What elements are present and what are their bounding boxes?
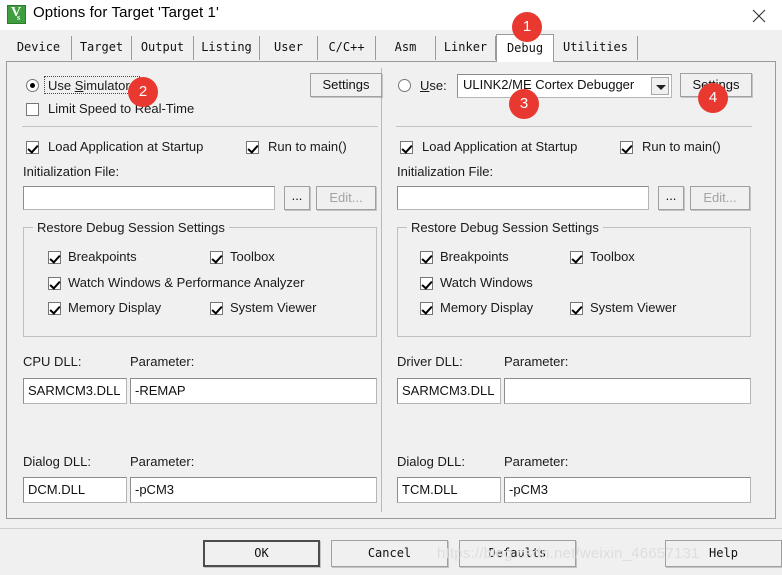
tab-linker[interactable]: Linker xyxy=(436,36,496,60)
left-dialog-param-label: Parameter: xyxy=(130,454,195,469)
annotation-badge-2: 2 xyxy=(128,77,158,107)
left-browse-button[interactable]: ... xyxy=(284,186,310,210)
right-memory-display-checkbox[interactable] xyxy=(420,302,433,315)
annotation-badge-4: 4 xyxy=(698,83,728,113)
left-dialog-dll-input[interactable]: DCM.DLL xyxy=(23,477,127,503)
left-memory-display-checkbox[interactable] xyxy=(48,302,61,315)
use-simulator-label-post: imulator xyxy=(83,78,130,93)
right-system-viewer-label: System Viewer xyxy=(590,300,677,315)
tab-device[interactable]: Device xyxy=(6,36,72,60)
driver-param-input[interactable] xyxy=(504,378,751,404)
cancel-button[interactable]: Cancel xyxy=(331,540,448,567)
right-load-app-label: Load Application at Startup xyxy=(422,139,578,154)
debugger-dropdown[interactable]: ULINK2/ME Cortex Debugger xyxy=(457,74,672,98)
ok-button[interactable]: OK xyxy=(203,540,320,567)
title-bar: V s Options for Target 'Target 1' xyxy=(0,0,782,30)
right-toolbox-checkbox[interactable] xyxy=(570,251,583,264)
panel-divider xyxy=(381,68,382,512)
tab-asm[interactable]: Asm xyxy=(376,36,436,60)
left-init-file-label: Initialization File: xyxy=(23,164,120,179)
right-dialog-dll-label: Dialog DLL: xyxy=(397,454,465,469)
left-watch-windows-label: Watch Windows & Performance Analyzer xyxy=(68,275,305,290)
left-system-viewer-label: System Viewer xyxy=(230,300,317,315)
tab-target[interactable]: Target xyxy=(72,36,132,60)
right-load-app-checkbox[interactable] xyxy=(400,141,413,154)
right-edit-button[interactable]: Edit... xyxy=(690,186,750,210)
right-watch-windows-label: Watch Windows xyxy=(440,275,533,290)
close-icon[interactable] xyxy=(736,0,782,30)
right-breakpoints-label: Breakpoints xyxy=(440,249,509,264)
use-debugger-label-post: se: xyxy=(429,78,447,93)
left-load-app-checkbox[interactable] xyxy=(26,141,39,154)
left-run-to-main-checkbox[interactable] xyxy=(246,141,259,154)
right-run-to-main-label: Run to main() xyxy=(642,139,721,154)
right-restore-group-title: Restore Debug Session Settings xyxy=(407,220,603,235)
left-edit-button[interactable]: Edit... xyxy=(316,186,376,210)
right-breakpoints-checkbox[interactable] xyxy=(420,251,433,264)
right-run-to-main-checkbox[interactable] xyxy=(620,141,633,154)
window-title: Options for Target 'Target 1' xyxy=(33,4,219,21)
right-system-viewer-checkbox[interactable] xyxy=(570,302,583,315)
uvision-logo-icon: V s xyxy=(7,5,26,24)
right-watch-windows-checkbox[interactable] xyxy=(420,277,433,290)
limit-speed-label: Limit Speed to Real-Time xyxy=(48,101,195,116)
annotation-badge-1: 1 xyxy=(512,12,542,42)
left-separator-top xyxy=(22,126,378,127)
use-simulator-label: Use Simulator xyxy=(48,78,130,93)
cpu-dll-label: CPU DLL: xyxy=(23,354,82,369)
tab-strip: Device Target Output Listing User C/C++ … xyxy=(0,30,782,62)
right-dialog-dll-input[interactable]: TCM.DLL xyxy=(397,477,501,503)
debugger-dropdown-value: ULINK2/ME Cortex Debugger xyxy=(463,77,635,92)
use-debugger-label: Use: xyxy=(420,78,447,93)
left-load-app-label: Load Application at Startup xyxy=(48,139,204,154)
right-init-file-label: Initialization File: xyxy=(397,164,494,179)
footer-separator xyxy=(0,528,782,529)
right-dialog-param-input[interactable]: -pCM3 xyxy=(504,477,751,503)
left-memory-display-label: Memory Display xyxy=(68,300,162,315)
options-dialog: V s Options for Target 'Target 1' Device… xyxy=(0,0,782,575)
watermark: https://blog.csdn.net/weixin_46657131 xyxy=(437,545,700,562)
driver-dll-label: Driver DLL: xyxy=(397,354,463,369)
tab-listing[interactable]: Listing xyxy=(194,36,260,60)
left-restore-group-title: Restore Debug Session Settings xyxy=(33,220,229,235)
limit-speed-checkbox[interactable] xyxy=(26,103,39,116)
logo-letter-s: s xyxy=(17,13,21,22)
use-simulator-label-pre: Use xyxy=(48,78,75,93)
use-debugger-label-accel: U xyxy=(420,78,430,93)
driver-param-label: Parameter: xyxy=(504,354,569,369)
simulator-settings-button[interactable]: Settings xyxy=(310,73,382,97)
right-dialog-param-label: Parameter: xyxy=(504,454,569,469)
close-glyph xyxy=(752,9,766,23)
tab-cpp[interactable]: C/C++ xyxy=(318,36,376,60)
tab-user[interactable]: User xyxy=(260,36,318,60)
left-init-file-input[interactable] xyxy=(23,186,275,210)
use-debugger-radio[interactable] xyxy=(398,79,411,92)
annotation-badge-3: 3 xyxy=(509,89,539,119)
right-browse-button[interactable]: ... xyxy=(658,186,684,210)
left-toolbox-label: Toolbox xyxy=(230,249,275,264)
cpu-param-label: Parameter: xyxy=(130,354,195,369)
left-system-viewer-checkbox[interactable] xyxy=(210,302,223,315)
left-run-to-main-label: Run to main() xyxy=(268,139,347,154)
left-breakpoints-checkbox[interactable] xyxy=(48,251,61,264)
left-breakpoints-label: Breakpoints xyxy=(68,249,137,264)
cpu-dll-input[interactable]: SARMCM3.DLL xyxy=(23,378,127,404)
chevron-down-icon[interactable] xyxy=(651,77,669,95)
driver-dll-input[interactable]: SARMCM3.DLL xyxy=(397,378,501,404)
right-init-file-input[interactable] xyxy=(397,186,649,210)
left-watch-windows-checkbox[interactable] xyxy=(48,277,61,290)
left-toolbox-checkbox[interactable] xyxy=(210,251,223,264)
left-dialog-dll-label: Dialog DLL: xyxy=(23,454,91,469)
tab-utilities[interactable]: Utilities xyxy=(554,36,638,60)
right-separator-top xyxy=(396,126,752,127)
cpu-param-input[interactable]: -REMAP xyxy=(130,378,377,404)
right-toolbox-label: Toolbox xyxy=(590,249,635,264)
right-memory-display-label: Memory Display xyxy=(440,300,534,315)
tab-output[interactable]: Output xyxy=(132,36,194,60)
use-simulator-radio[interactable] xyxy=(26,79,39,92)
left-dialog-param-input[interactable]: -pCM3 xyxy=(130,477,377,503)
